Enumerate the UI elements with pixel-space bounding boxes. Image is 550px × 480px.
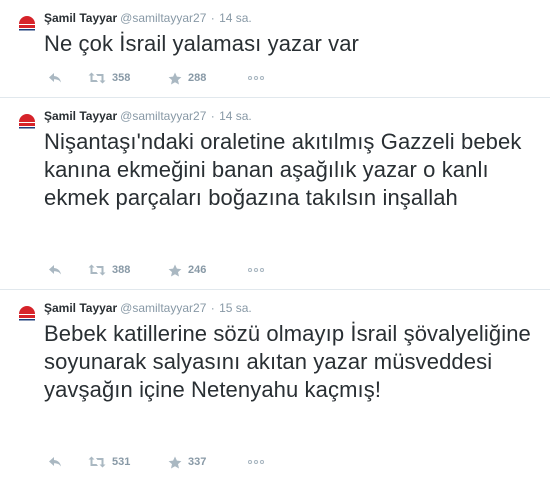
- timestamp[interactable]: 15 sa.: [219, 301, 252, 315]
- username[interactable]: @samiltayyar27: [120, 11, 206, 25]
- more-button[interactable]: [248, 262, 264, 278]
- tweet[interactable]: Şamil Tayyar @samiltayyar27 · 14 sa. Nişa…: [0, 98, 550, 290]
- avatar[interactable]: [16, 11, 38, 33]
- favorite-button[interactable]: 337: [168, 454, 206, 470]
- tweet-text: Nişantaşı'ndaki oraletine akıtılmış Gazz…: [44, 129, 522, 210]
- retweet-button[interactable]: 531: [88, 454, 130, 470]
- favorite-button[interactable]: 288: [168, 70, 206, 86]
- dogan-logo-icon: [16, 109, 38, 131]
- separator: ·: [210, 301, 215, 315]
- more-icon: [248, 268, 264, 272]
- retweet-count: 388: [112, 264, 131, 276]
- more-button[interactable]: [248, 454, 264, 470]
- retweet-icon: [88, 456, 106, 468]
- favorite-count: 246: [188, 264, 207, 276]
- tweet-text: Ne çok İsrail yalaması yazar var: [44, 31, 359, 56]
- reply-button[interactable]: [48, 70, 62, 86]
- more-button[interactable]: [248, 70, 264, 86]
- timeline: Şamil Tayyar @samiltayyar27 · 14 sa. Ne ç…: [0, 0, 550, 480]
- tweet[interactable]: Şamil Tayyar @samiltayyar27 · 14 sa. Ne ç…: [0, 0, 550, 98]
- star-icon: [168, 72, 182, 84]
- retweet-button[interactable]: 388: [88, 262, 130, 278]
- separator: ·: [210, 109, 215, 123]
- more-icon: [248, 76, 264, 80]
- tweet-header: Şamil Tayyar @samiltayyar27 · 14 sa.: [44, 11, 252, 25]
- timestamp[interactable]: 14 sa.: [219, 109, 252, 123]
- retweet-count: 531: [112, 456, 131, 468]
- tweet-header: Şamil Tayyar @samiltayyar27 · 14 sa.: [44, 109, 252, 123]
- reply-button[interactable]: [48, 454, 62, 470]
- star-icon: [168, 264, 182, 276]
- fullname[interactable]: Şamil Tayyar: [44, 301, 117, 315]
- fullname[interactable]: Şamil Tayyar: [44, 11, 117, 25]
- favorite-count: 337: [188, 456, 207, 468]
- reply-button[interactable]: [48, 262, 62, 278]
- reply-icon: [49, 73, 61, 83]
- more-icon: [248, 460, 264, 464]
- retweet-button[interactable]: 358: [88, 70, 130, 86]
- tweet-actions: 531 337: [48, 454, 288, 470]
- separator: ·: [210, 11, 215, 25]
- avatar[interactable]: [16, 301, 38, 323]
- retweet-count: 358: [112, 72, 131, 84]
- tweet-text: Bebek katillerine sözü olmayıp İsrail şö…: [44, 321, 531, 402]
- dogan-logo-icon: [16, 301, 38, 323]
- retweet-icon: [88, 264, 106, 276]
- username[interactable]: @samiltayyar27: [120, 301, 206, 315]
- username[interactable]: @samiltayyar27: [120, 109, 206, 123]
- retweet-icon: [88, 72, 106, 84]
- reply-icon: [49, 457, 61, 467]
- timestamp[interactable]: 14 sa.: [219, 11, 252, 25]
- avatar[interactable]: [16, 109, 38, 131]
- reply-icon: [49, 265, 61, 275]
- tweet-actions: 388 246: [48, 262, 288, 278]
- star-icon: [168, 456, 182, 468]
- favorite-button[interactable]: 246: [168, 262, 206, 278]
- fullname[interactable]: Şamil Tayyar: [44, 109, 117, 123]
- dogan-logo-icon: [16, 11, 38, 33]
- tweet-header: Şamil Tayyar @samiltayyar27 · 15 sa.: [44, 301, 252, 315]
- tweet[interactable]: Şamil Tayyar @samiltayyar27 · 15 sa. Bebe…: [0, 290, 550, 480]
- favorite-count: 288: [188, 72, 207, 84]
- tweet-actions: 358 288: [48, 70, 288, 86]
